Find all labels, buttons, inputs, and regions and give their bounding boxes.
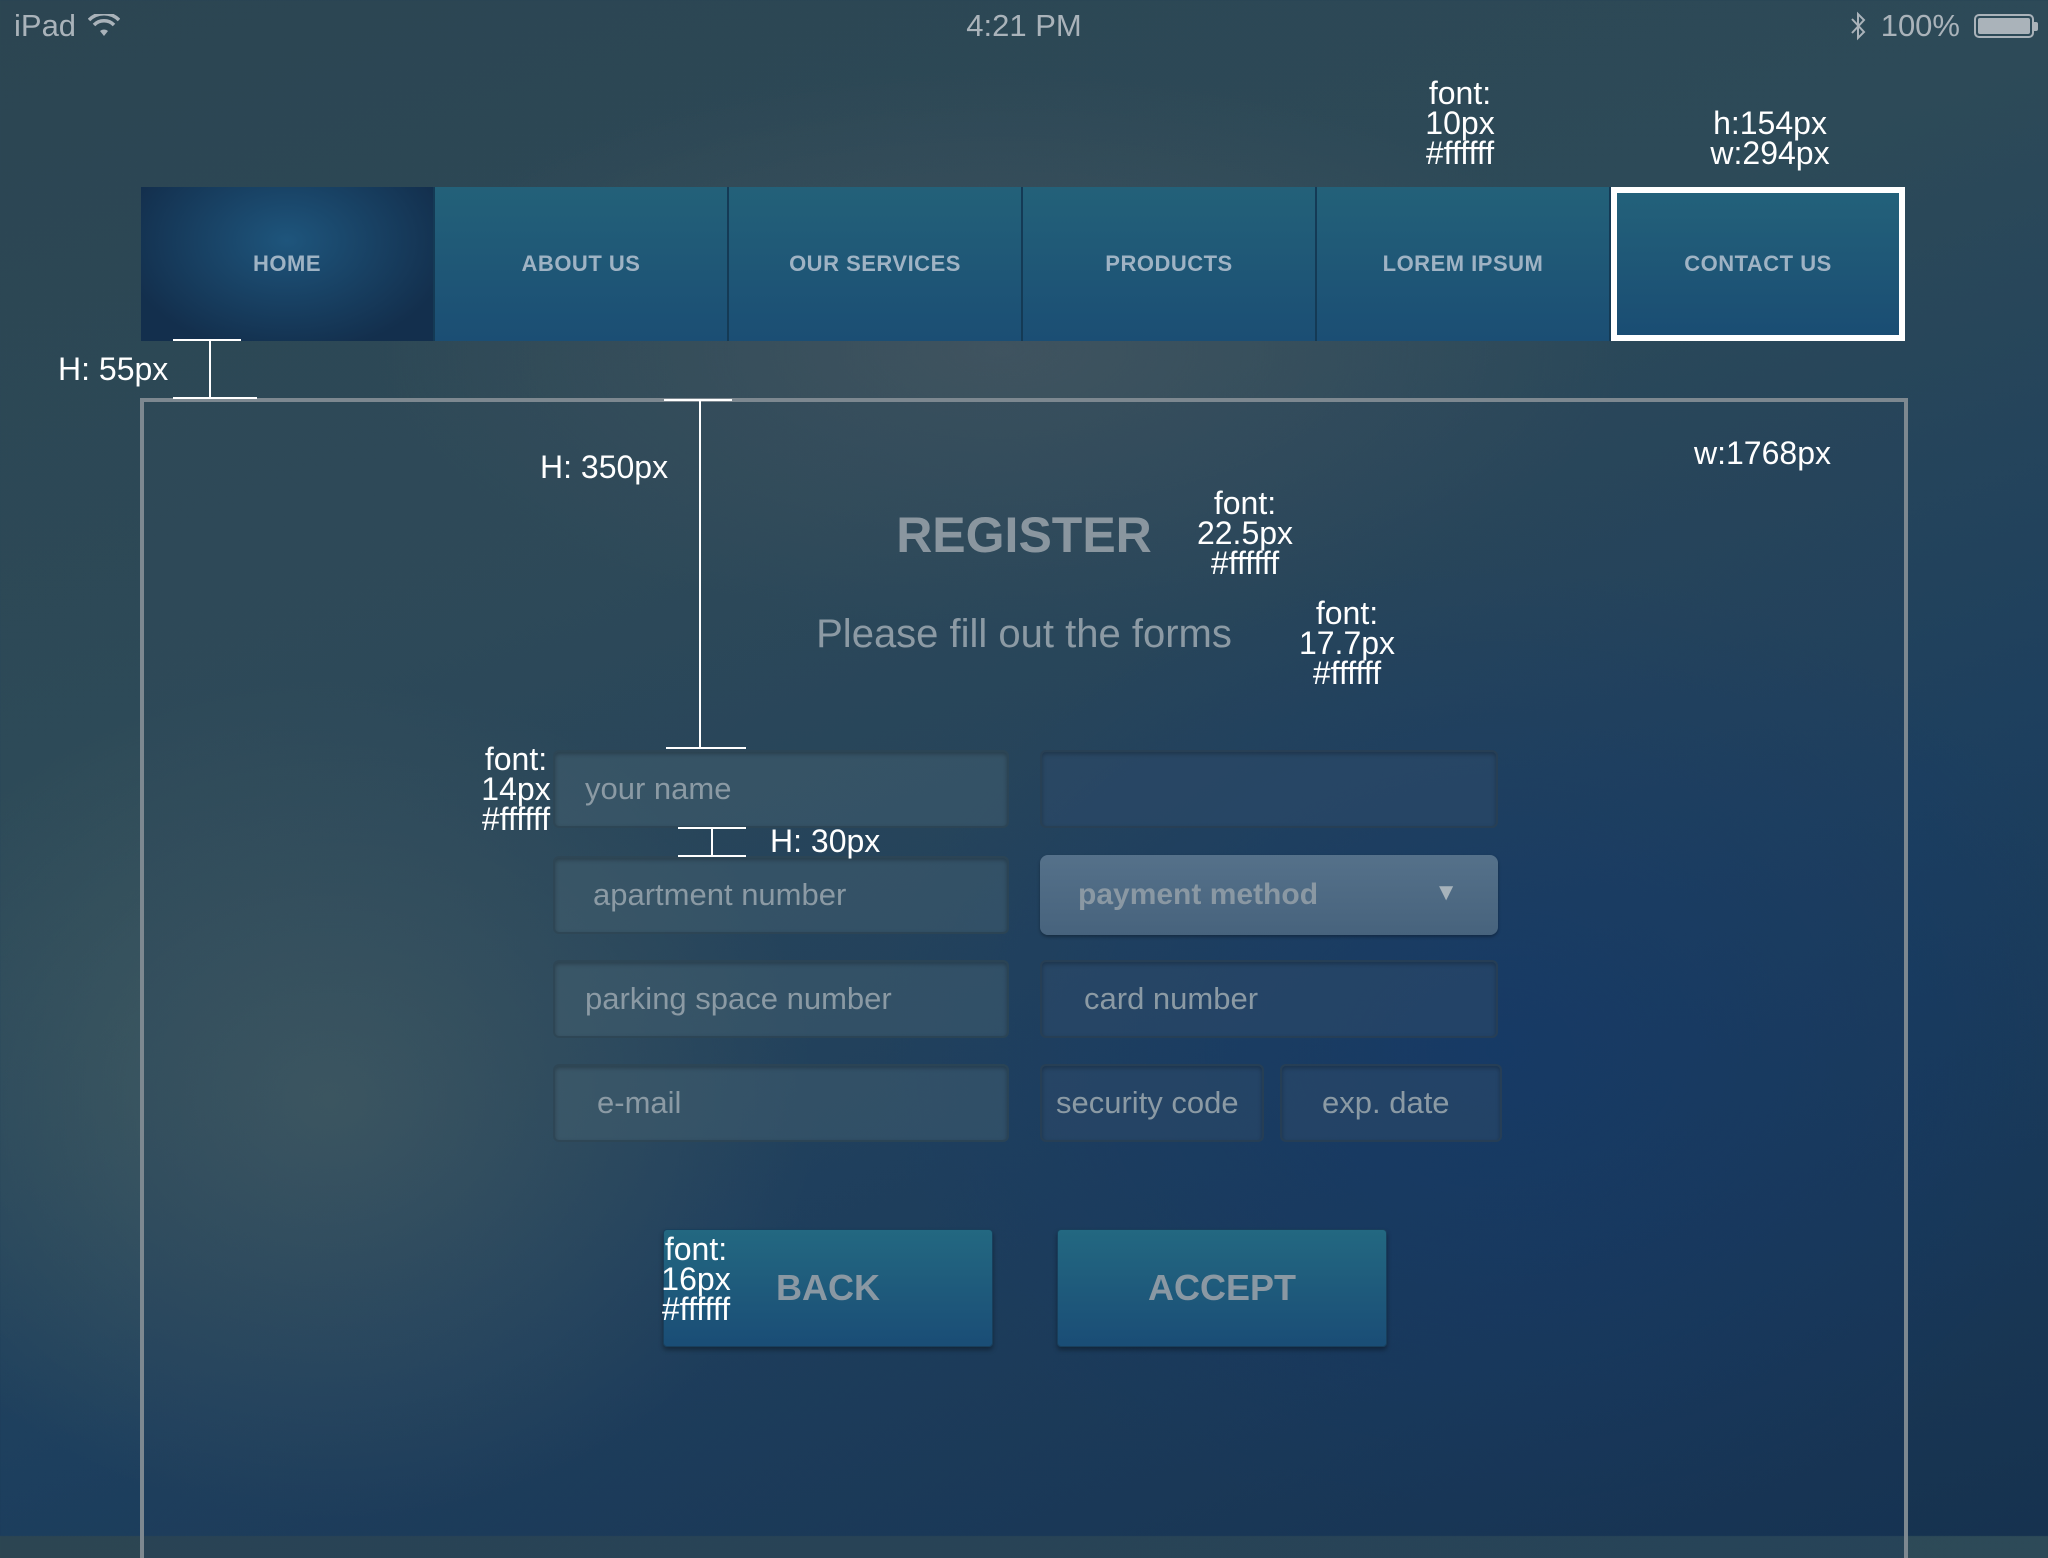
annotation-line: font: xyxy=(1428,75,1492,111)
annotation-field-gap: H: 30px xyxy=(770,823,881,859)
status-time: 4:21 PM xyxy=(966,8,1082,43)
annotation-line: #ffffff xyxy=(1312,655,1382,691)
annotation-nav-size: h:154px w:294px xyxy=(1700,105,1840,171)
dimension-line xyxy=(711,828,713,856)
apartment-placeholder: apartment number xyxy=(593,877,847,912)
annotation-line: font: xyxy=(484,741,548,777)
dimension-line xyxy=(678,827,746,829)
annotation-line: 10px xyxy=(1425,105,1495,141)
annotation-line: 22.5px xyxy=(1196,515,1294,551)
annotation-line: h:154px xyxy=(1713,105,1827,141)
annotation-gap-height: H: 55px xyxy=(58,351,169,387)
nav-item-home[interactable]: HOME xyxy=(141,187,435,341)
payment-method-label: payment method xyxy=(1078,878,1319,911)
nav-label: OUR SERVICES xyxy=(789,251,961,276)
nav-bar: HOME ABOUT US OUR SERVICES PRODUCTS LORE… xyxy=(141,187,1905,341)
email-field[interactable]: e-mail xyxy=(553,1064,1009,1142)
annotation-title-font: font: 22.5px #ffffff xyxy=(1190,485,1300,581)
annotation-line: font: xyxy=(1315,595,1379,631)
annotation-line: #ffffff xyxy=(1210,545,1280,581)
apartment-field[interactable]: apartment number xyxy=(553,856,1009,934)
dimension-line xyxy=(173,397,257,399)
card-number-field[interactable]: card number xyxy=(1040,960,1498,1038)
status-right: 100% xyxy=(1849,8,2038,44)
exp-placeholder: exp. date xyxy=(1322,1085,1450,1120)
accept-button[interactable]: ACCEPT xyxy=(1057,1229,1387,1347)
nav-label: LOREM IPSUM xyxy=(1382,251,1544,276)
bluetooth-icon xyxy=(1850,11,1866,41)
name-field[interactable]: your name xyxy=(553,750,1009,828)
nav-label: PRODUCTS xyxy=(1105,251,1233,276)
nav-item-about-us[interactable]: ABOUT US xyxy=(435,187,729,341)
annotation-line: #ffffff xyxy=(1425,135,1495,171)
nav-label: HOME xyxy=(253,251,321,276)
battery-icon xyxy=(1974,14,2038,38)
dimension-line xyxy=(664,399,732,401)
annotation-title-offset: H: 350px xyxy=(540,449,669,485)
unlabeled-field[interactable] xyxy=(1040,750,1498,828)
security-placeholder: security code xyxy=(1056,1085,1239,1120)
parking-field[interactable]: parking space number xyxy=(553,960,1009,1038)
annotation-field-font: font: 14px #ffffff xyxy=(470,741,562,837)
annotation-line: w:294px xyxy=(1710,135,1830,171)
exp-date-field[interactable]: exp. date xyxy=(1280,1064,1502,1142)
register-panel xyxy=(140,398,1908,1558)
annotation-line: 16px xyxy=(661,1261,731,1297)
nav-item-contact-us[interactable]: CONTACT US xyxy=(1611,187,1905,341)
chevron-down-icon: ▼ xyxy=(1434,879,1458,906)
name-placeholder: your name xyxy=(585,771,732,806)
nav-item-products[interactable]: PRODUCTS xyxy=(1023,187,1317,341)
status-bar: iPad 4:21 PM 100% xyxy=(0,0,2048,54)
nav-item-our-services[interactable]: OUR SERVICES xyxy=(729,187,1023,341)
annotation-line: 17.7px xyxy=(1298,625,1396,661)
security-code-field[interactable]: security code xyxy=(1040,1064,1264,1142)
nav-item-lorem-ipsum[interactable]: LOREM IPSUM xyxy=(1317,187,1611,341)
annotation-subtitle-font: font: 17.7px #ffffff xyxy=(1292,595,1402,691)
card-placeholder: card number xyxy=(1084,981,1259,1016)
email-placeholder: e-mail xyxy=(597,1085,682,1120)
annotation-nav-font: font: 10px #ffffff xyxy=(1410,75,1510,171)
page-title: REGISTER xyxy=(896,507,1152,563)
payment-method-select[interactable]: payment method ▼ xyxy=(1040,855,1498,935)
battery-percent: 100% xyxy=(1880,8,1960,43)
annotation-line: font: xyxy=(1213,485,1277,521)
dimension-line xyxy=(666,747,746,749)
accept-label: ACCEPT xyxy=(1147,1267,1296,1308)
nav-label: ABOUT US xyxy=(521,251,641,276)
annotation-line: font: xyxy=(664,1231,728,1267)
annotation-panel-width: w:1768px xyxy=(1694,435,1831,471)
page-subtitle: Please fill out the forms xyxy=(816,612,1232,656)
dimension-line xyxy=(678,855,746,857)
annotation-button-font: font: 16px #ffffff xyxy=(652,1231,740,1327)
annotation-line: #ffffff xyxy=(661,1291,731,1327)
nav-label: CONTACT US xyxy=(1684,251,1832,276)
back-label: BACK xyxy=(776,1267,880,1308)
parking-placeholder: parking space number xyxy=(585,981,892,1016)
dimension-line xyxy=(173,339,241,341)
annotation-line: #ffffff xyxy=(481,801,551,837)
dimension-line xyxy=(699,400,701,748)
dimension-line xyxy=(209,340,211,398)
annotation-line: 14px xyxy=(481,771,551,807)
